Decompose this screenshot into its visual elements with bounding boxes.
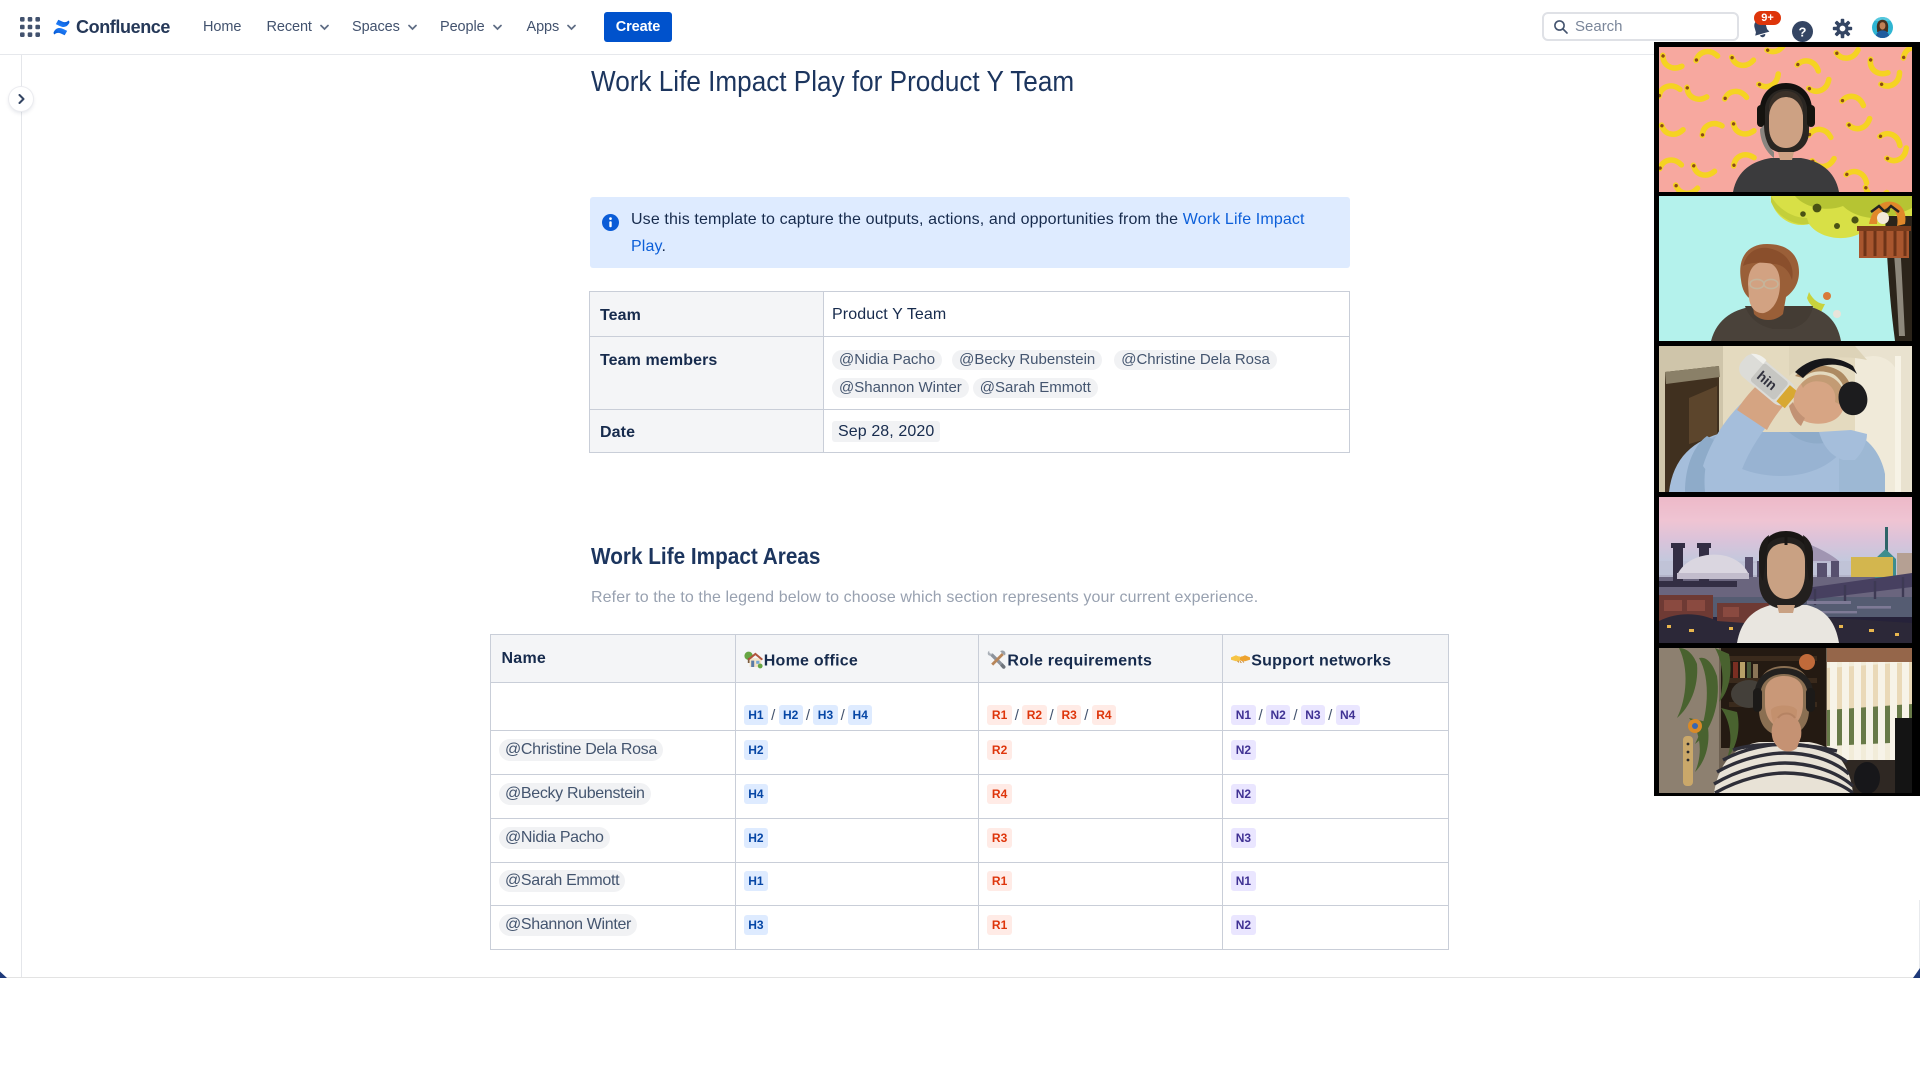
svg-text:?: ? (1799, 24, 1807, 39)
